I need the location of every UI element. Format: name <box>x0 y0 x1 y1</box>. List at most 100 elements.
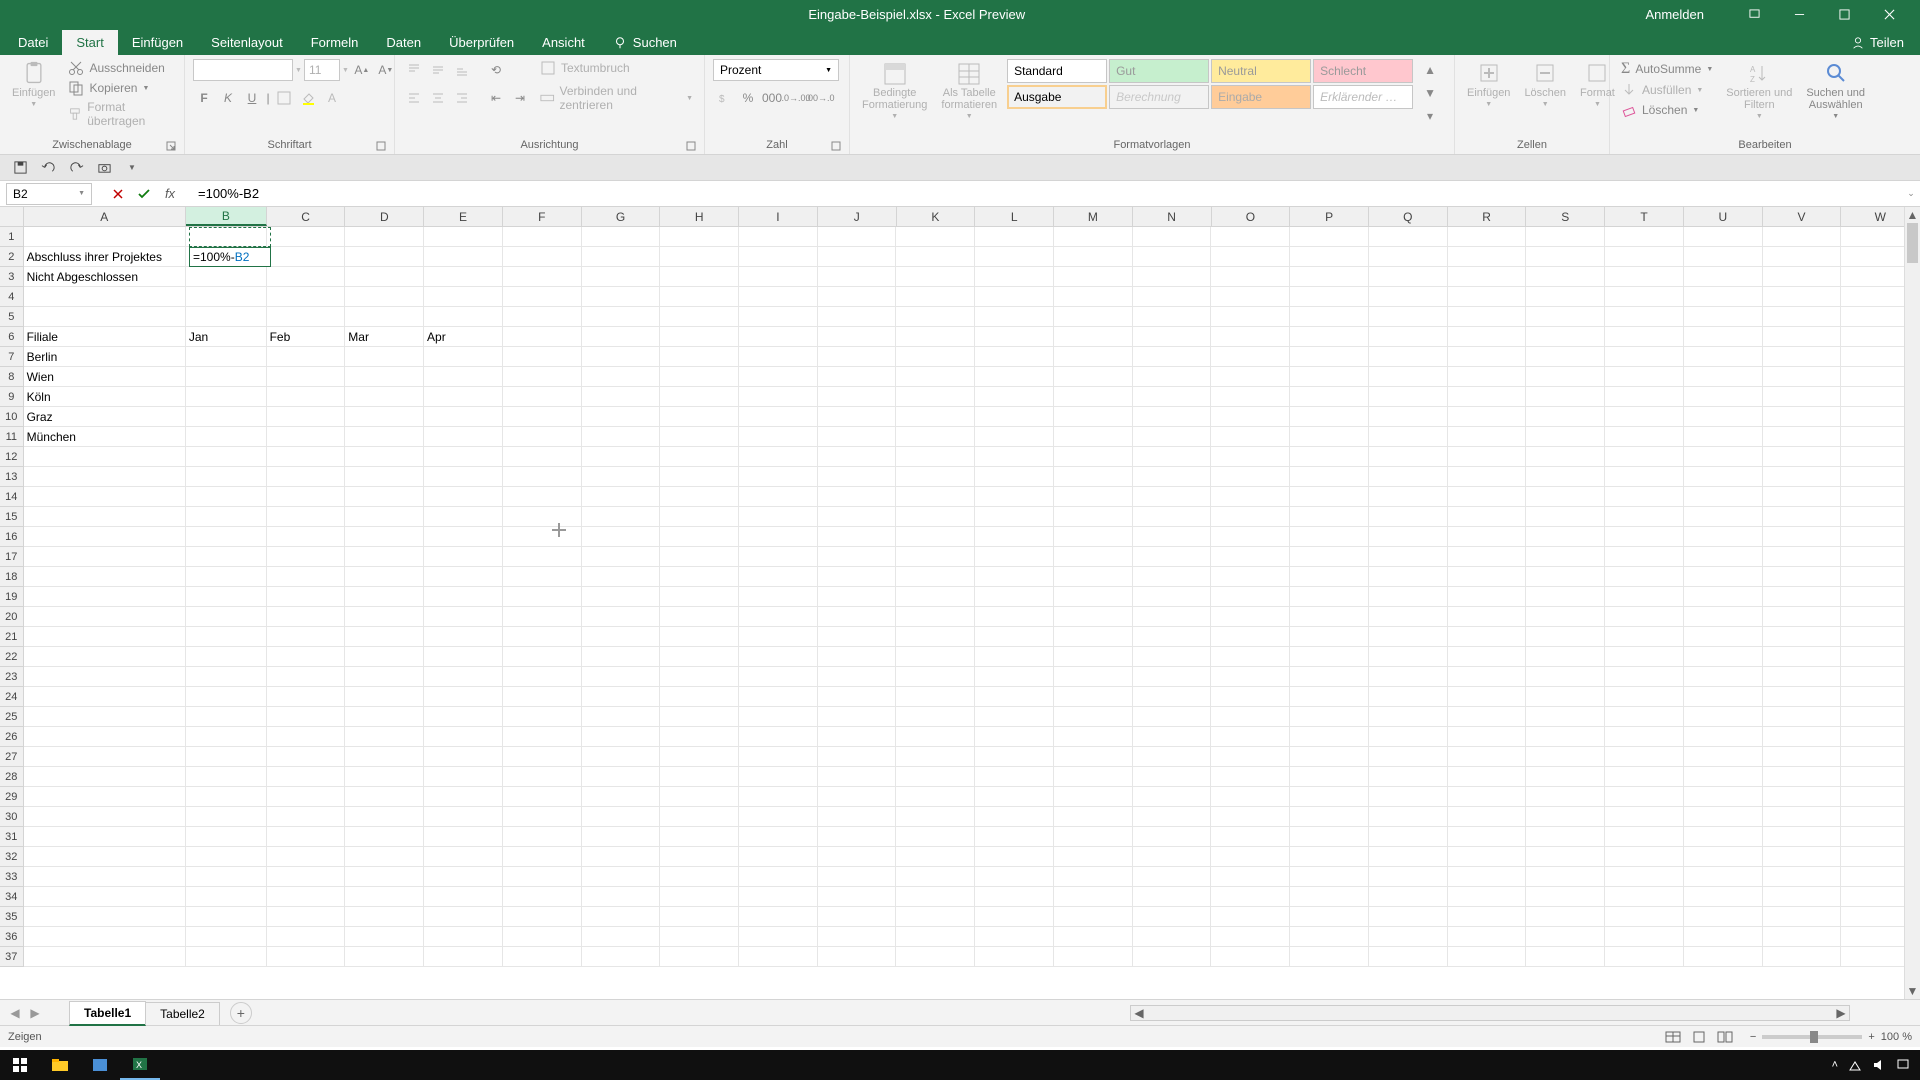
cell[interactable] <box>186 887 267 907</box>
cell[interactable] <box>1290 507 1369 527</box>
cell[interactable] <box>975 527 1054 547</box>
cell[interactable] <box>1054 887 1133 907</box>
cell[interactable] <box>503 807 582 827</box>
cell[interactable] <box>1684 907 1763 927</box>
cell[interactable] <box>1290 627 1369 647</box>
cell[interactable] <box>1290 867 1369 887</box>
cell[interactable] <box>186 287 267 307</box>
cell[interactable] <box>975 367 1054 387</box>
cell[interactable] <box>1133 227 1212 247</box>
cell[interactable] <box>24 467 186 487</box>
cell[interactable] <box>1605 867 1684 887</box>
column-header[interactable]: N <box>1133 207 1212 226</box>
cell[interactable] <box>1054 347 1133 367</box>
cell[interactable] <box>1290 847 1369 867</box>
cell[interactable] <box>503 447 582 467</box>
cell[interactable] <box>582 547 661 567</box>
cell[interactable] <box>1605 467 1684 487</box>
cell[interactable] <box>1211 507 1290 527</box>
cell[interactable] <box>739 447 818 467</box>
sheet-nav-next-icon[interactable]: ▶ <box>26 1004 44 1022</box>
cell[interactable] <box>1054 487 1133 507</box>
cell[interactable] <box>345 267 424 287</box>
cell[interactable] <box>660 887 739 907</box>
cell[interactable] <box>896 507 975 527</box>
decrease-decimal-icon[interactable]: .00→.0 <box>809 87 831 109</box>
cell[interactable] <box>582 707 661 727</box>
cell-in-edit[interactable]: =100%-B2 <box>189 247 271 267</box>
column-header[interactable]: H <box>660 207 739 226</box>
cell[interactable] <box>660 647 739 667</box>
cell[interactable] <box>1369 267 1448 287</box>
column-header[interactable]: P <box>1290 207 1369 226</box>
cell[interactable] <box>1526 947 1605 967</box>
cell[interactable] <box>1526 347 1605 367</box>
cell[interactable] <box>1684 527 1763 547</box>
cell[interactable] <box>1605 667 1684 687</box>
cell[interactable] <box>582 847 661 867</box>
cell[interactable] <box>818 807 897 827</box>
cell[interactable] <box>1211 827 1290 847</box>
cell[interactable] <box>1133 547 1212 567</box>
row-header[interactable]: 29 <box>0 787 24 807</box>
cell[interactable] <box>739 587 818 607</box>
qat-customize-icon[interactable]: ▼ <box>122 158 142 178</box>
cell[interactable] <box>896 547 975 567</box>
cell[interactable] <box>1054 407 1133 427</box>
cell[interactable] <box>1133 507 1212 527</box>
cell[interactable] <box>1369 287 1448 307</box>
cell[interactable] <box>818 927 897 947</box>
cell[interactable] <box>186 787 267 807</box>
row-header[interactable]: 1 <box>0 227 24 247</box>
cell[interactable] <box>1605 827 1684 847</box>
cell[interactable] <box>24 587 186 607</box>
cell[interactable] <box>1290 287 1369 307</box>
cell[interactable] <box>345 387 424 407</box>
cell[interactable] <box>186 307 267 327</box>
cell[interactable] <box>660 467 739 487</box>
cell[interactable] <box>267 907 346 927</box>
cell[interactable] <box>739 787 818 807</box>
add-sheet-button[interactable]: + <box>230 1002 252 1024</box>
cell[interactable] <box>1684 607 1763 627</box>
paste-button[interactable]: Einfügen ▼ <box>8 59 59 110</box>
conditional-formatting-button[interactable]: Bedingte Formatierung▼ <box>858 59 931 122</box>
cell[interactable] <box>1211 687 1290 707</box>
cell[interactable] <box>1290 887 1369 907</box>
cell[interactable] <box>345 887 424 907</box>
cell[interactable] <box>739 487 818 507</box>
insert-function-button[interactable]: fx <box>158 183 182 205</box>
cell[interactable] <box>660 247 739 267</box>
copy-button[interactable]: Kopieren▼ <box>65 79 176 97</box>
cell[interactable] <box>345 807 424 827</box>
cell[interactable] <box>1526 267 1605 287</box>
cell[interactable] <box>1133 247 1212 267</box>
cell[interactable] <box>1605 787 1684 807</box>
cell[interactable] <box>1526 307 1605 327</box>
cell[interactable] <box>503 467 582 487</box>
cell[interactable] <box>1133 407 1212 427</box>
cell[interactable] <box>1684 947 1763 967</box>
cell[interactable] <box>24 887 186 907</box>
cell[interactable] <box>975 407 1054 427</box>
cell[interactable] <box>267 647 346 667</box>
cell[interactable] <box>1211 407 1290 427</box>
sign-in-button[interactable]: Anmelden <box>1633 7 1716 22</box>
column-header[interactable]: F <box>503 207 582 226</box>
cell[interactable] <box>739 927 818 947</box>
row-header[interactable]: 37 <box>0 947 24 967</box>
cell[interactable] <box>1369 247 1448 267</box>
zoom-in-button[interactable]: + <box>1868 1031 1874 1043</box>
cell[interactable] <box>1448 867 1527 887</box>
cell[interactable] <box>1054 547 1133 567</box>
cell[interactable] <box>24 527 186 547</box>
row-header[interactable]: 7 <box>0 347 24 367</box>
cell[interactable] <box>818 567 897 587</box>
cell[interactable]: Abschluss ihrer Projektes <box>24 247 186 267</box>
cell[interactable] <box>1133 567 1212 587</box>
cell[interactable] <box>503 887 582 907</box>
cell[interactable] <box>267 807 346 827</box>
cell[interactable] <box>896 587 975 607</box>
cell[interactable] <box>1605 587 1684 607</box>
cell[interactable] <box>267 487 346 507</box>
